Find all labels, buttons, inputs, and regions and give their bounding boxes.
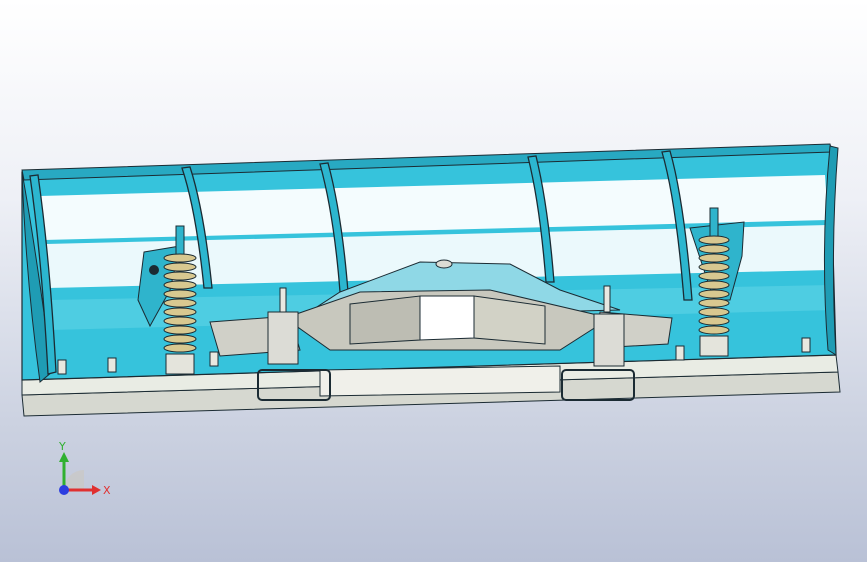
bolt-1 [57,359,67,375]
right-spring-coil [698,235,730,335]
y-axis-label: Y [58,440,66,453]
bolt-2 [107,357,117,373]
bolt-5 [801,337,811,353]
left-spring-coil [163,253,197,353]
center-box-left [349,295,421,345]
left-post-pin [279,287,287,313]
z-axis-icon [59,485,69,495]
orientation-triad: Y X [44,438,116,510]
left-bracket-hole [149,265,159,275]
center-pivot-bolt [435,259,453,269]
right-post [593,313,625,367]
left-post [267,311,299,365]
right-spring-base [699,335,729,357]
bolt-4 [675,345,685,361]
right-spring-rod [709,207,719,239]
left-spring-rod [175,225,185,257]
bolt-3 [209,351,219,367]
graphics-viewport[interactable]: Y X [0,0,867,562]
right-post-pin [603,285,611,313]
left-spring-base [165,353,195,375]
lower-center-bar [319,365,561,397]
center-box-middle [419,295,475,341]
snow-plow-blade-model[interactable] [0,0,867,562]
x-axis-label: X [103,484,111,497]
